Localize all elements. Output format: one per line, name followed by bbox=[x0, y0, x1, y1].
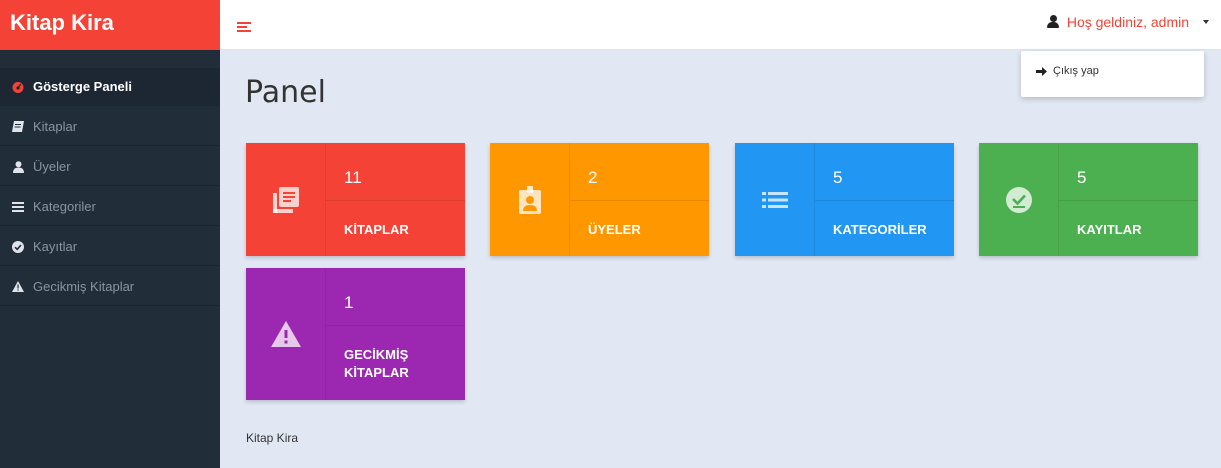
dashboard-icon bbox=[12, 81, 24, 93]
user-dropdown-menu: Çıkış yap bbox=[1021, 51, 1204, 97]
sidebar-item-label: Gecikmiş Kitaplar bbox=[33, 279, 135, 294]
card-label: KAYITLAR bbox=[1077, 222, 1142, 237]
page-title: Panel bbox=[245, 75, 326, 110]
card-count: 2 bbox=[570, 143, 709, 201]
badge-icon bbox=[518, 185, 541, 214]
logout-link[interactable]: Çıkış yap bbox=[1036, 65, 1099, 77]
card-icon-area bbox=[979, 143, 1059, 256]
card-label: ÜYELER bbox=[588, 222, 641, 237]
card-label: KATEGORİLER bbox=[833, 222, 927, 237]
card-icon-area bbox=[735, 143, 815, 256]
book-icon bbox=[12, 121, 24, 133]
brand-title[interactable]: Kitap Kira bbox=[0, 0, 220, 50]
warning-icon bbox=[270, 321, 301, 347]
sidebar: Gösterge Paneli Kitaplar Üyeler Kategori… bbox=[0, 50, 220, 468]
stat-card-members[interactable]: 2 ÜYELER bbox=[490, 143, 709, 256]
stat-card-categories[interactable]: 5 KATEGORİLER bbox=[735, 143, 954, 256]
sidebar-item-members[interactable]: Üyeler bbox=[0, 148, 220, 186]
sidebar-item-label: Gösterge Paneli bbox=[33, 79, 132, 94]
menu-toggle-icon[interactable] bbox=[237, 22, 251, 32]
card-icon-area bbox=[246, 143, 326, 256]
sidebar-item-label: Kategoriler bbox=[33, 199, 96, 214]
card-label: GECİKMİŞ KİTAPLAR bbox=[344, 347, 409, 380]
caret-down-icon bbox=[1203, 20, 1209, 24]
user-icon bbox=[1046, 15, 1059, 29]
card-count: 5 bbox=[1059, 143, 1198, 201]
sidebar-item-overdue-books[interactable]: Gecikmiş Kitaplar bbox=[0, 268, 220, 306]
stat-card-records[interactable]: 5 KAYITLAR bbox=[979, 143, 1198, 256]
card-label: KİTAPLAR bbox=[344, 222, 409, 237]
top-navbar: Hoş geldiniz, admin bbox=[220, 0, 1221, 50]
library-books-icon bbox=[272, 186, 299, 213]
logout-label: Çıkış yap bbox=[1053, 65, 1099, 77]
stat-card-overdue-books[interactable]: 1 GECİKMİŞ KİTAPLAR bbox=[246, 268, 465, 400]
sidebar-item-dashboard[interactable]: Gösterge Paneli bbox=[0, 68, 220, 106]
sidebar-item-label: Üyeler bbox=[33, 159, 71, 174]
welcome-text: Hoş geldiniz, admin bbox=[1066, 14, 1189, 30]
list-icon bbox=[12, 201, 24, 213]
stat-card-books[interactable]: 11 KİTAPLAR bbox=[246, 143, 465, 256]
user-menu-toggle[interactable]: Hoş geldiniz, admin bbox=[1046, 14, 1209, 30]
sign-out-icon bbox=[1036, 66, 1047, 76]
footer-text: Kitap Kira bbox=[246, 431, 299, 445]
warning-icon bbox=[12, 281, 24, 293]
card-count: 1 bbox=[326, 268, 465, 326]
card-icon-area bbox=[490, 143, 570, 256]
sidebar-item-categories[interactable]: Kategoriler bbox=[0, 188, 220, 226]
sidebar-item-records[interactable]: Kayıtlar bbox=[0, 228, 220, 266]
user-icon bbox=[12, 160, 24, 173]
sidebar-item-label: Kitaplar bbox=[33, 119, 78, 134]
card-count: 5 bbox=[815, 143, 954, 201]
card-count: 11 bbox=[326, 143, 465, 201]
check-circle-icon bbox=[12, 240, 24, 253]
check-circle-icon bbox=[1005, 186, 1032, 213]
sidebar-item-label: Kayıtlar bbox=[33, 239, 78, 254]
card-icon-area bbox=[246, 268, 326, 400]
list-icon bbox=[761, 191, 788, 208]
sidebar-item-books[interactable]: Kitaplar bbox=[0, 108, 220, 146]
